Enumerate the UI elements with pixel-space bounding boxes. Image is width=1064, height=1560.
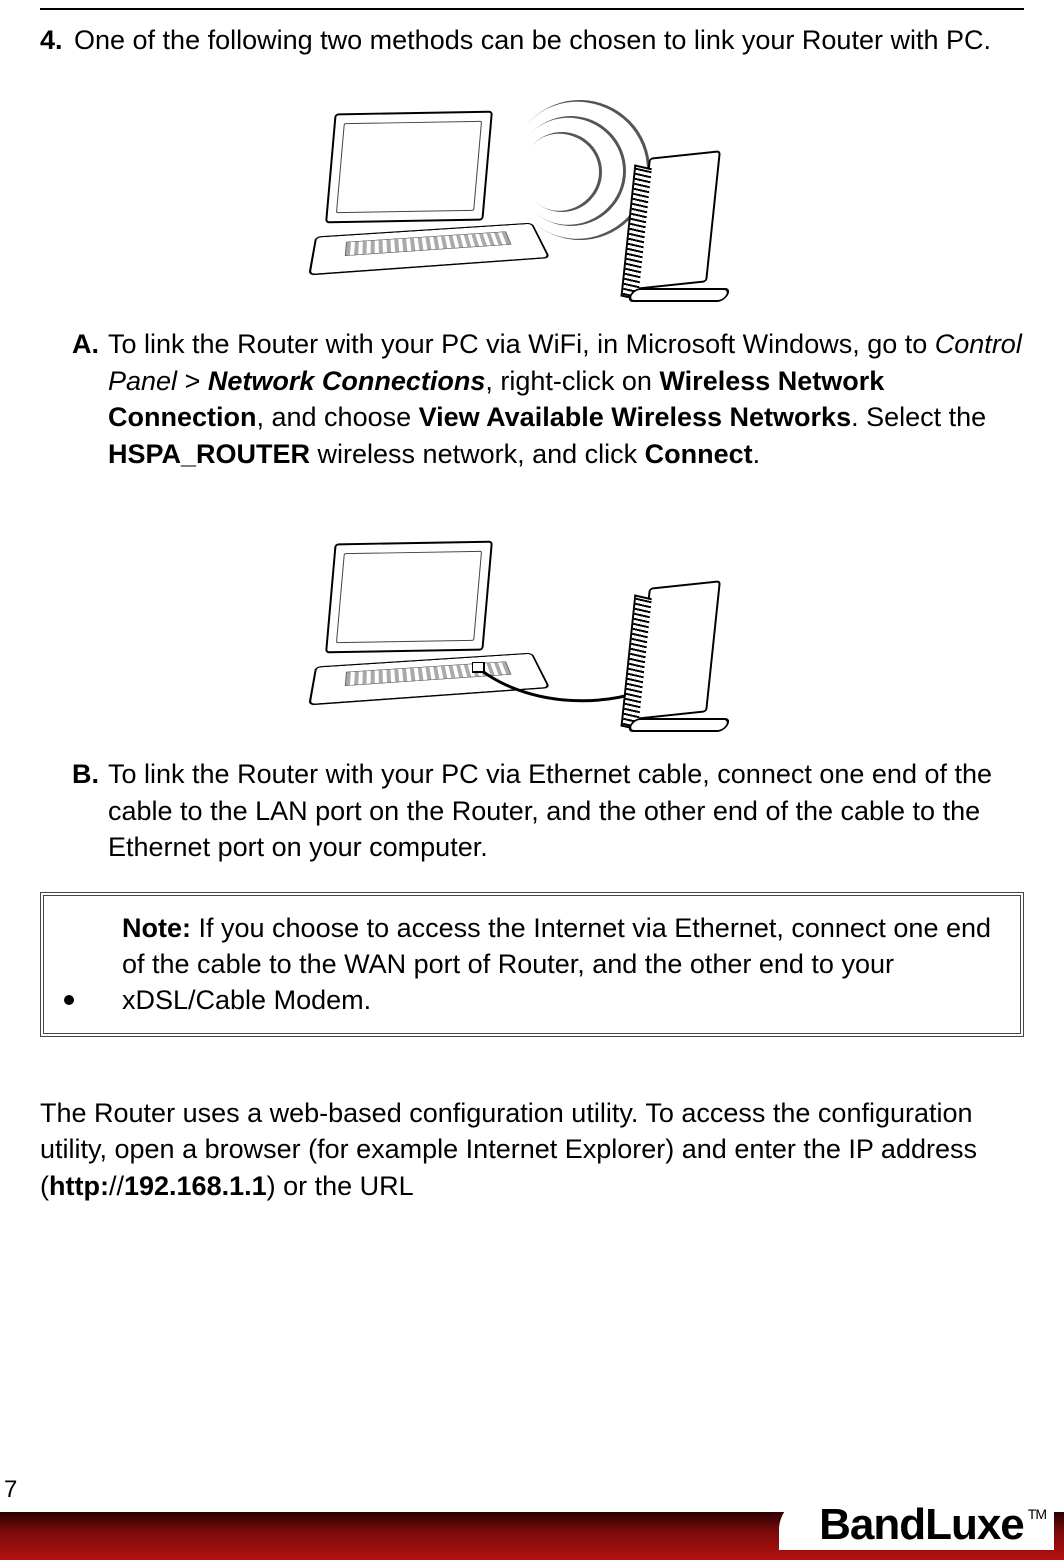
sub-text-a: To link the Router with your PC via WiFi…	[108, 326, 1024, 472]
a-vawn: View Available Wireless Networks	[419, 402, 851, 432]
final-paragraph: The Router uses a web-based configuratio…	[40, 1095, 1024, 1204]
top-rule	[40, 8, 1024, 10]
a-p4: . Select the	[851, 402, 986, 432]
step-number: 4.	[40, 22, 74, 58]
sub-step-a: A. To link the Router with your PC via W…	[72, 326, 1024, 472]
figure-ethernet-wrap	[0, 512, 1064, 732]
a-p6: .	[753, 439, 761, 469]
step-4: 4. One of the following two methods can …	[40, 22, 1024, 58]
router-icon	[618, 572, 728, 732]
a-p1: To link the Router with your PC via WiFi…	[108, 329, 935, 359]
final-p2: ) or the URL	[267, 1171, 414, 1201]
tm-mark: TM	[1028, 1506, 1046, 1522]
sub-letter-b: B.	[72, 756, 108, 865]
final-http: http:	[49, 1171, 109, 1201]
final-slashes: //	[109, 1171, 124, 1201]
a-gt: >	[177, 366, 208, 396]
a-p3: , and choose	[257, 402, 419, 432]
step-text: One of the following two methods can be …	[74, 22, 1024, 58]
figure-wifi-wrap	[0, 82, 1064, 302]
figure-ethernet	[322, 512, 742, 732]
bullet-icon	[64, 995, 74, 1005]
router-icon	[618, 142, 728, 302]
note-text: Note: If you choose to access the Intern…	[122, 910, 1000, 1019]
figure-wifi	[322, 82, 742, 302]
note-label: Note:	[122, 913, 191, 943]
a-hspa: HSPA_ROUTER	[108, 439, 310, 469]
a-connect: Connect	[645, 439, 753, 469]
sub-letter-a: A.	[72, 326, 108, 472]
a-network-connections: Network Connections	[208, 366, 486, 396]
final-ip: 192.168.1.1	[124, 1171, 267, 1201]
sub-step-b: B. To link the Router with your PC via E…	[72, 756, 1024, 865]
note-box: Note: If you choose to access the Intern…	[40, 892, 1024, 1037]
note-body: If you choose to access the Internet via…	[122, 913, 991, 1016]
a-p2: , right-click on	[485, 366, 659, 396]
a-p5: wireless network, and click	[310, 439, 645, 469]
brand-text: BandLuxe	[819, 1500, 1024, 1550]
footer-brand: BandLuxe TM	[779, 1496, 1054, 1550]
page-number: 7	[4, 1476, 17, 1504]
sub-text-b: To link the Router with your PC via Ethe…	[108, 756, 1024, 865]
